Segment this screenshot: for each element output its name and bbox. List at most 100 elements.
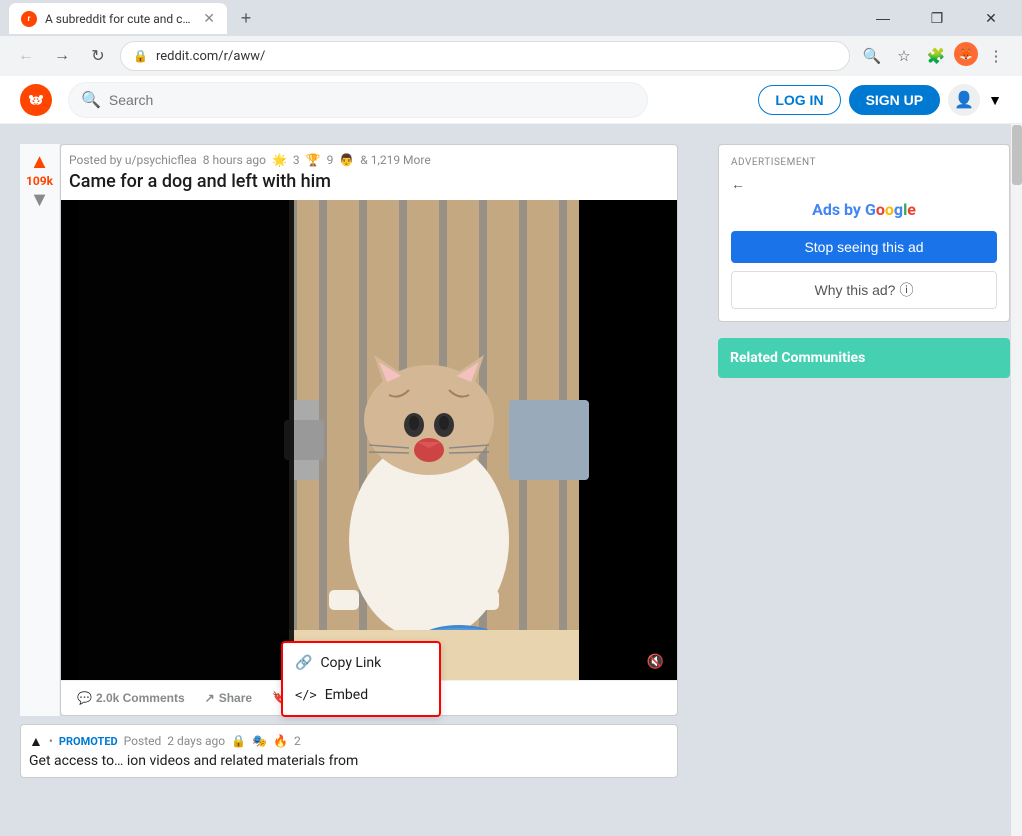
post-card: Posted by u/psychicflea 8 hours ago 🌟 3 … xyxy=(60,144,678,716)
promoted-post: ▲ • PROMOTED Posted 2 days ago 🔒 🎭 🔥 2 G… xyxy=(20,724,678,778)
ads-by-text: Ads by xyxy=(812,200,861,219)
share-label: Share xyxy=(219,691,252,705)
award-emoji-3: 👨 xyxy=(339,153,354,167)
refresh-button[interactable]: ↻ xyxy=(84,42,112,70)
award-count-1: 3 xyxy=(293,153,300,167)
maximize-button[interactable]: ❐ xyxy=(914,2,960,34)
comments-label: 2.0k Comments xyxy=(96,691,185,705)
share-button[interactable]: ↗ Share xyxy=(197,685,260,711)
promoted-badge: PROMOTED xyxy=(59,735,118,748)
google-letter-o1: o xyxy=(876,200,885,219)
embed-item[interactable]: </> Embed xyxy=(283,679,439,711)
bookmark-button[interactable]: ☆ xyxy=(890,42,918,70)
related-communities-title: Related Communities xyxy=(730,350,998,366)
ads-by-google: Ads by Google xyxy=(731,200,997,219)
why-ad-text: Why this ad? xyxy=(815,282,896,298)
post-area: ▲ 109k ▼ Posted by u/psychicflea 8 hours… xyxy=(0,124,698,836)
header-actions: LOG IN SIGN UP 👤 ▼ xyxy=(758,84,1002,116)
vote-column: ▲ 109k ▼ xyxy=(20,144,60,716)
post-image: 🔇 xyxy=(61,200,677,680)
related-communities-section: Related Communities xyxy=(718,338,1010,378)
ad-container: ADVERTISEMENT ← Ads by Google Stop seein… xyxy=(718,144,1010,322)
tab-close-button[interactable]: ✕ xyxy=(203,11,215,27)
browser-actions: 🔍 ☆ 🧩 🦊 ⋮ xyxy=(858,42,1010,70)
upvote-button[interactable]: ▲ xyxy=(30,152,50,172)
promoted-posted: Posted xyxy=(124,734,162,748)
why-this-ad-button[interactable]: Why this ad? ⓘ xyxy=(731,271,997,309)
lock-icon: 🔒 xyxy=(133,49,148,63)
ad-back-button[interactable]: ← xyxy=(731,176,745,192)
embed-label: Embed xyxy=(325,687,368,703)
google-letter-e: e xyxy=(907,200,916,219)
extensions-button[interactable]: 🧩 xyxy=(922,42,950,70)
post-meta: Posted by u/psychicflea 8 hours ago 🌟 3 … xyxy=(61,145,677,171)
google-letter-g: G xyxy=(865,200,876,219)
stop-seeing-ad-button[interactable]: Stop seeing this ad xyxy=(731,231,997,263)
scrollbar-track[interactable] xyxy=(1010,124,1022,836)
copy-link-label: Copy Link xyxy=(320,655,381,671)
advertisement-label: ADVERTISEMENT xyxy=(731,157,997,168)
post-container: ▲ 109k ▼ Posted by u/psychicflea 8 hours… xyxy=(20,144,678,716)
scrollbar-thumb[interactable] xyxy=(1012,125,1022,185)
promoted-time: 2 days ago xyxy=(167,734,225,748)
search-input[interactable] xyxy=(109,92,635,108)
user-menu-button[interactable]: ▼ xyxy=(988,92,1002,108)
new-tab-button[interactable]: + xyxy=(232,4,260,32)
award-emoji-1: 🌟 xyxy=(272,153,287,167)
link-icon: 🔗 xyxy=(295,655,312,671)
main-content: ▲ 109k ▼ Posted by u/psychicflea 8 hours… xyxy=(0,124,1022,836)
search-browser-button[interactable]: 🔍 xyxy=(858,42,886,70)
post-actions: 💬 2.0k Comments ↗ Share 🔖 Save ••• xyxy=(61,680,677,715)
google-text: Google xyxy=(865,200,916,219)
promoted-award-2: 🔥 xyxy=(273,734,288,748)
url-text: reddit.com/r/aww/ xyxy=(156,49,265,64)
context-menu: 🔗 Copy Link </> Embed xyxy=(281,641,441,717)
address-bar[interactable]: 🔒 reddit.com/r/aww/ xyxy=(120,41,850,71)
promoted-award-count: 2 xyxy=(294,734,301,748)
comments-button[interactable]: 💬 2.0k Comments xyxy=(69,685,193,711)
vote-count: 109k xyxy=(26,174,53,188)
comments-icon: 💬 xyxy=(77,691,92,705)
downvote-button[interactable]: ▼ xyxy=(30,190,50,210)
volume-icon[interactable]: 🔇 xyxy=(642,652,669,672)
more-awards: & 1,219 More xyxy=(360,153,430,167)
user-avatar[interactable]: 👤 xyxy=(948,84,980,116)
cat-cage-image xyxy=(79,200,659,680)
back-button[interactable]: ← xyxy=(12,42,40,70)
login-button[interactable]: LOG IN xyxy=(758,85,840,115)
active-tab[interactable]: r A subreddit for cute and cuddly ✕ xyxy=(8,2,228,34)
forward-button[interactable]: → xyxy=(48,42,76,70)
copy-link-item[interactable]: 🔗 Copy Link xyxy=(283,647,439,679)
browser-addressbar: ← → ↻ 🔒 reddit.com/r/aww/ 🔍 ☆ 🧩 🦊 ⋮ xyxy=(0,36,1022,76)
browser-menu-button[interactable]: ⋮ xyxy=(982,42,1010,70)
award-count-2: 9 xyxy=(327,153,334,167)
browser-titlebar: r A subreddit for cute and cuddly ✕ + — … xyxy=(0,0,1022,36)
reddit-header: 🔍 LOG IN SIGN UP 👤 ▼ xyxy=(0,76,1022,124)
award-emoji-2: 🏆 xyxy=(306,153,321,167)
search-icon: 🔍 xyxy=(81,90,101,109)
tab-title: A subreddit for cute and cuddly xyxy=(45,12,191,26)
reddit-favicon: r xyxy=(21,11,37,27)
sidebar: ADVERTISEMENT ← Ads by Google Stop seein… xyxy=(698,124,1010,836)
promoted-upvote[interactable]: ▲ xyxy=(29,733,43,749)
search-bar[interactable]: 🔍 xyxy=(68,82,648,118)
reddit-logo[interactable] xyxy=(20,84,52,116)
reddit-alien-icon xyxy=(26,90,46,110)
promoted-text: Get access to… ion videos and related ma… xyxy=(29,753,669,769)
embed-icon: </> xyxy=(295,688,317,702)
posted-by: Posted by u/psychicflea xyxy=(69,153,197,167)
time-ago: 8 hours ago xyxy=(203,153,266,167)
minimize-button[interactable]: — xyxy=(860,2,906,34)
info-icon: ⓘ xyxy=(899,280,913,300)
reddit-extension-icon[interactable]: 🦊 xyxy=(954,42,978,66)
promoted-lock-icon: 🔒 xyxy=(231,734,246,748)
google-letter-o2: o xyxy=(885,200,894,219)
post-title: Came for a dog and left with him xyxy=(61,171,677,200)
browser-tabs: r A subreddit for cute and cuddly ✕ + xyxy=(8,2,852,34)
window-controls: — ❐ ✕ xyxy=(860,2,1014,34)
google-letter-g2: g xyxy=(894,200,903,219)
browser-chrome: r A subreddit for cute and cuddly ✕ + — … xyxy=(0,0,1022,76)
share-icon: ↗ xyxy=(205,691,215,705)
signup-button[interactable]: SIGN UP xyxy=(849,85,941,115)
close-button[interactable]: ✕ xyxy=(968,2,1014,34)
